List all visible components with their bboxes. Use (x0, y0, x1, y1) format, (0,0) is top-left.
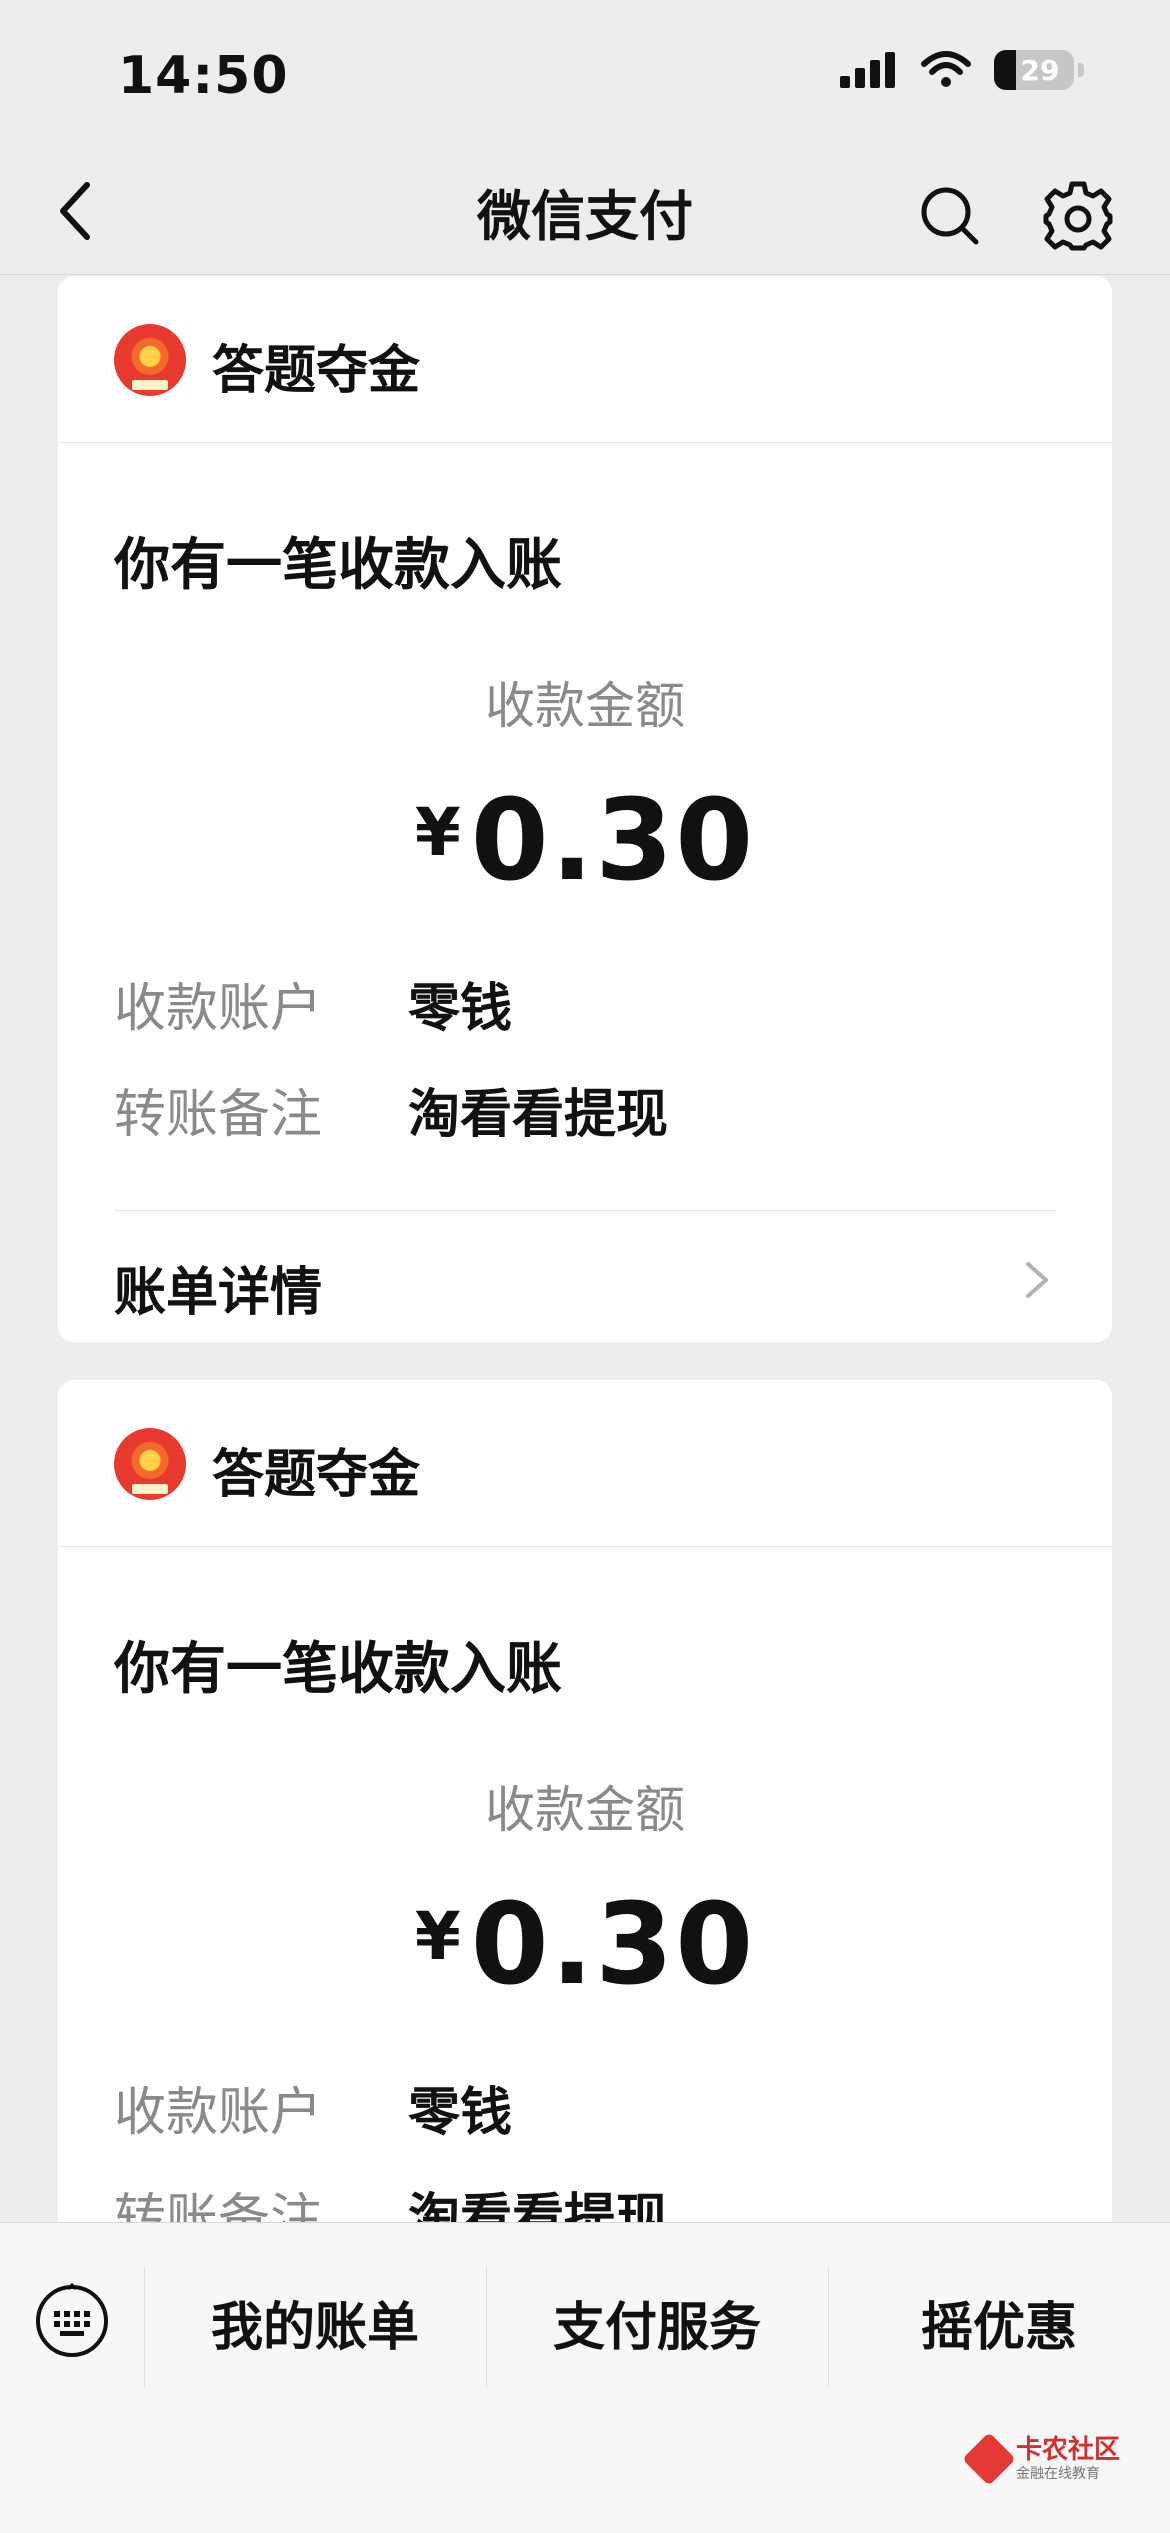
menu-item-payment-services[interactable]: 支付服务 (488, 2263, 826, 2381)
menu-item-my-bills[interactable]: 我的账单 (146, 2263, 484, 2381)
account-value: 零钱 (408, 2083, 513, 2143)
account-value: 零钱 (408, 979, 513, 1039)
account-key: 收款账户 (114, 2083, 323, 2143)
payment-card[interactable]: 答题夺金 你有一笔收款入账 收款金额 ¥0.30 收款账户 零钱 转账备注 淘看看提… (58, 276, 1112, 1342)
note-value: 淘看看提现 (408, 2189, 669, 2222)
status-bar: 14:50 29 (0, 0, 1170, 150)
bottom-menu: 我的账单 支付服务 摇优惠 卡农社区 金融在线教育 (0, 2222, 1170, 2533)
divider (114, 1210, 1056, 1211)
currency-symbol: ¥ (414, 1898, 461, 1975)
note-key: 转账备注 (114, 2189, 323, 2222)
signal-icon (840, 52, 895, 88)
note-key: 转账备注 (114, 1085, 323, 1145)
amount-value: 0.30 (470, 1880, 756, 2010)
menu-separator (144, 2267, 145, 2387)
mini-program-name: 答题夺金 (212, 341, 421, 401)
card-title: 你有一笔收款入账 (114, 1637, 562, 1702)
bill-detail-label: 账单详情 (114, 1263, 323, 1323)
note-value: 淘看看提现 (408, 1085, 669, 1145)
card-header[interactable]: 答题夺金 (58, 1380, 1112, 1547)
search-icon (921, 187, 979, 245)
account-key: 收款账户 (114, 979, 323, 1039)
card-title: 你有一笔收款入账 (114, 533, 562, 598)
currency-symbol: ¥ (414, 794, 461, 871)
watermark-title: 卡农社区 (1015, 2435, 1120, 2465)
amount: ¥0.30 (58, 1880, 1112, 2010)
mini-program-name: 答题夺金 (212, 1445, 421, 1505)
watermark: 卡农社区 金融在线教育 (962, 2432, 1120, 2486)
card-header[interactable]: 答题夺金 (58, 276, 1112, 443)
status-time: 14:50 (118, 46, 289, 106)
amount: ¥0.30 (58, 776, 1112, 906)
status-icons: 29 (838, 50, 1084, 90)
amount-label: 收款金额 (485, 677, 685, 735)
watermark-subtitle: 金融在线教育 (1015, 2466, 1100, 2482)
note-row: 转账备注 淘看看提现 (114, 1072, 668, 1147)
account-row: 收款账户 零钱 (114, 966, 512, 1041)
battery-icon: 29 (994, 50, 1074, 90)
note-row: 转账备注 淘看看提现 (114, 2176, 668, 2222)
chevron-right-icon (1026, 1262, 1048, 1298)
nav-bar: 微信支付 (0, 150, 1170, 275)
mini-program-avatar-icon (114, 1428, 186, 1500)
keyboard-icon (36, 2282, 108, 2357)
menu-separator (828, 2267, 829, 2387)
gear-icon (1043, 181, 1113, 251)
watermark-logo-icon (962, 2432, 1016, 2486)
amount-value: 0.30 (470, 776, 756, 906)
keyboard-toggle-button[interactable] (34, 2282, 110, 2359)
message-feed[interactable]: 答题夺金 你有一笔收款入账 收款金额 ¥0.30 收款账户 零钱 转账备注 淘看看提… (0, 276, 1170, 2222)
menu-separator (486, 2267, 487, 2387)
bill-detail-link[interactable]: 账单详情 (58, 1212, 1112, 1348)
page-title: 微信支付 (477, 185, 693, 248)
payment-card[interactable]: 答题夺金 你有一笔收款入账 收款金额 ¥0.30 收款账户 零钱 转账备注 淘看看提… (58, 1380, 1112, 2222)
menu-item-shake-deals[interactable]: 摇优惠 (830, 2263, 1168, 2381)
battery-level: 29 (1020, 53, 1060, 87)
mini-program-avatar-icon (114, 324, 186, 396)
amount-label: 收款金额 (485, 1781, 685, 1839)
settings-button[interactable] (1036, 174, 1120, 258)
account-row: 收款账户 零钱 (114, 2070, 512, 2145)
wifi-icon (921, 51, 971, 87)
search-button[interactable] (910, 176, 990, 256)
